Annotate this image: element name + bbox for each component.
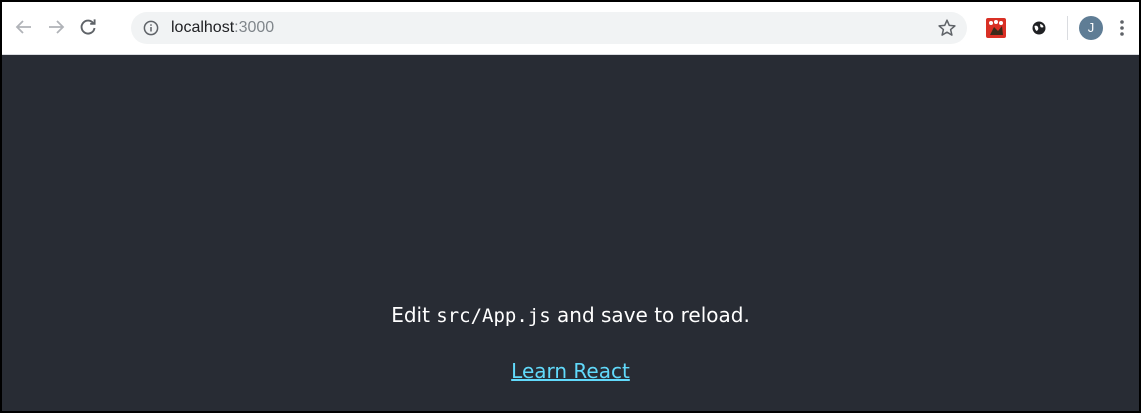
learn-react-link[interactable]: Learn React	[511, 359, 630, 383]
edit-instruction: Edit src/App.js and save to reload.	[2, 303, 1139, 327]
address-bar[interactable]: localhost:3000	[131, 12, 967, 44]
extension-icon[interactable]	[1028, 17, 1050, 39]
info-icon[interactable]	[143, 20, 159, 36]
url-port: :3000	[234, 19, 275, 36]
arrow-left-icon	[15, 20, 31, 34]
kebab-menu-icon[interactable]	[1116, 17, 1128, 39]
file-path-code: src/App.js	[436, 305, 551, 327]
reload-button[interactable]	[76, 15, 100, 39]
back-button[interactable]	[12, 15, 36, 39]
learn-react-container: Learn React	[2, 359, 1139, 383]
profile-avatar[interactable]: J	[1079, 16, 1103, 40]
edit-suffix: and save to reload.	[550, 303, 750, 327]
toolbar-divider	[1067, 16, 1068, 40]
extension-icon[interactable]	[985, 17, 1007, 39]
url-host: localhost	[171, 19, 235, 36]
arrow-right-icon	[49, 20, 65, 34]
page-viewport: Edit src/App.js and save to reload. Lear…	[2, 55, 1139, 411]
browser-window: localhost:3000 J Edit src/App.js and sav…	[0, 0, 1141, 413]
star-icon[interactable]	[937, 18, 957, 38]
reload-icon	[80, 19, 96, 35]
forward-button[interactable]	[44, 15, 68, 39]
url-text[interactable]: localhost:3000	[171, 12, 274, 44]
browser-toolbar: localhost:3000 J	[2, 2, 1139, 55]
edit-prefix: Edit	[391, 303, 437, 327]
